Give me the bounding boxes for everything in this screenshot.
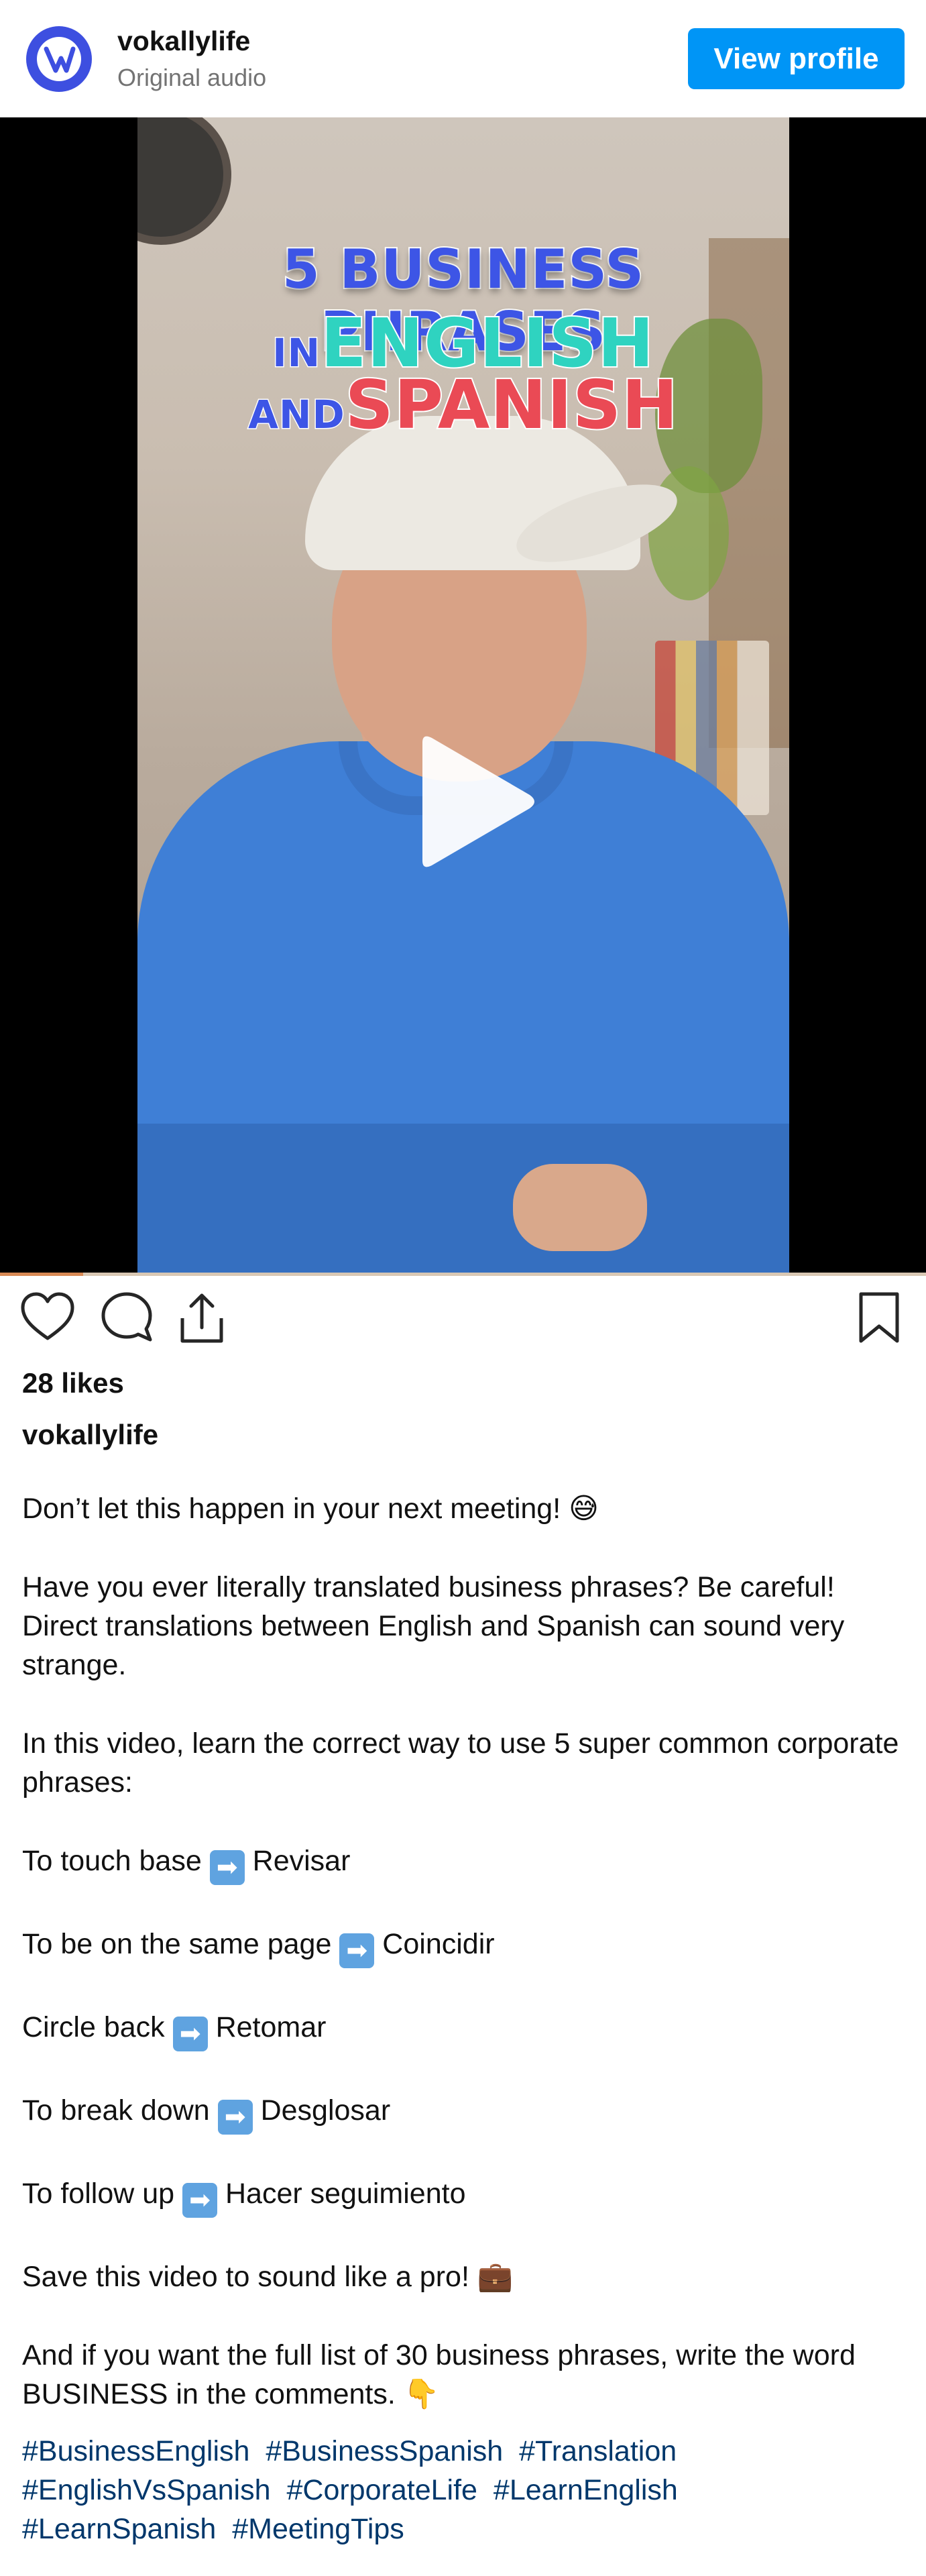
hashtag-link[interactable]: #CorporateLife — [286, 2474, 477, 2506]
phrase-english: To follow up — [22, 2178, 175, 2210]
arrow-icon: ➡ — [182, 2183, 218, 2218]
action-bar — [0, 1278, 926, 1365]
arrow-icon: ➡ — [172, 2017, 208, 2051]
hashtag-link[interactable]: #Translation — [519, 2435, 677, 2467]
caption-cta: And if you want the full list of 30 busi… — [22, 2339, 856, 2410]
hashtag-link[interactable]: #EnglishVsSpanish — [22, 2474, 271, 2506]
person-hand — [513, 1164, 647, 1251]
caption-lead: In this video, learn the correct way to … — [22, 1727, 899, 1799]
title-word-spanish: SPANISH — [344, 364, 679, 445]
video-progress-bar[interactable] — [0, 1273, 926, 1276]
hashtag-link[interactable]: #LearnSpanish — [22, 2513, 216, 2545]
phrase-spanish: Coincidir — [382, 1928, 495, 1960]
phrase-item: Circle back ➡ Retomar — [22, 2008, 907, 2051]
hashtag-list: #BusinessEnglish #BusinessSpanish #Trans… — [22, 2432, 907, 2548]
view-profile-button[interactable]: View profile — [688, 28, 905, 89]
phrase-spanish: Hacer seguimiento — [225, 2178, 466, 2210]
caption-username[interactable]: vokallylife — [22, 1419, 158, 1451]
hashtag-link[interactable]: #BusinessEnglish — [22, 2435, 249, 2467]
caption-text: Don’t let this happen in your next meeti… — [22, 1489, 907, 2453]
phrase-item: To be on the same page ➡ Coincidir — [22, 1925, 907, 1968]
video-player[interactable]: 5 BUSINESS PHRASES INENGLISH ANDSPANISH — [0, 117, 926, 1275]
video-frame: 5 BUSINESS PHRASES INENGLISH ANDSPANISH — [137, 117, 789, 1275]
title-word-and: AND — [247, 391, 346, 439]
arrow-icon: ➡ — [339, 1933, 375, 1968]
phrase-item: To follow up ➡ Hacer seguimiento — [22, 2174, 907, 2218]
heart-icon[interactable] — [19, 1289, 76, 1346]
phrase-english: Circle back — [22, 2011, 165, 2043]
header-username[interactable]: vokallylife — [117, 25, 250, 57]
likes-count[interactable]: 28 likes — [22, 1367, 124, 1399]
hashtag-link[interactable]: #BusinessSpanish — [266, 2435, 503, 2467]
phrase-item: To touch base ➡ Revisar — [22, 1841, 907, 1885]
arrow-icon: ➡ — [209, 1850, 245, 1885]
phrase-english: To be on the same page — [22, 1928, 332, 1960]
bookmark-icon[interactable] — [850, 1289, 908, 1346]
hashtag-link[interactable]: #MeetingTips — [232, 2513, 404, 2545]
post-header: vokallylife Original audio View profile — [0, 0, 926, 117]
caption-intro: Have you ever literally translated busin… — [22, 1571, 845, 1681]
avatar[interactable] — [26, 26, 92, 92]
phrase-spanish: Retomar — [215, 2011, 327, 2043]
vokally-logo-icon — [37, 37, 81, 81]
phrase-english: To break down — [22, 2094, 210, 2127]
phrase-english: To touch base — [22, 1845, 202, 1877]
video-title-line3: ANDSPANISH — [137, 364, 789, 445]
video-progress-fill — [0, 1273, 84, 1276]
phrase-item: To break down ➡ Desglosar — [22, 2091, 907, 2135]
comment-icon[interactable] — [98, 1289, 156, 1346]
audio-label[interactable]: Original audio — [117, 64, 266, 92]
play-icon[interactable] — [402, 728, 543, 875]
wall-clock — [137, 117, 231, 245]
phrase-spanish: Revisar — [252, 1845, 351, 1877]
caption-save-line: Save this video to sound like a pro! 💼 — [22, 2261, 514, 2293]
caption-hook-text: Don’t let this happen in your next meeti… — [22, 1493, 599, 1525]
sweater-shade — [137, 1124, 789, 1275]
caption-hook: Don’t let this happen in your next meeti… — [22, 1489, 907, 1528]
phrase-spanish: Desglosar — [260, 2094, 391, 2127]
arrow-icon: ➡ — [217, 2100, 253, 2135]
share-icon[interactable] — [173, 1289, 231, 1346]
hashtag-link[interactable]: #LearnEnglish — [494, 2474, 678, 2506]
